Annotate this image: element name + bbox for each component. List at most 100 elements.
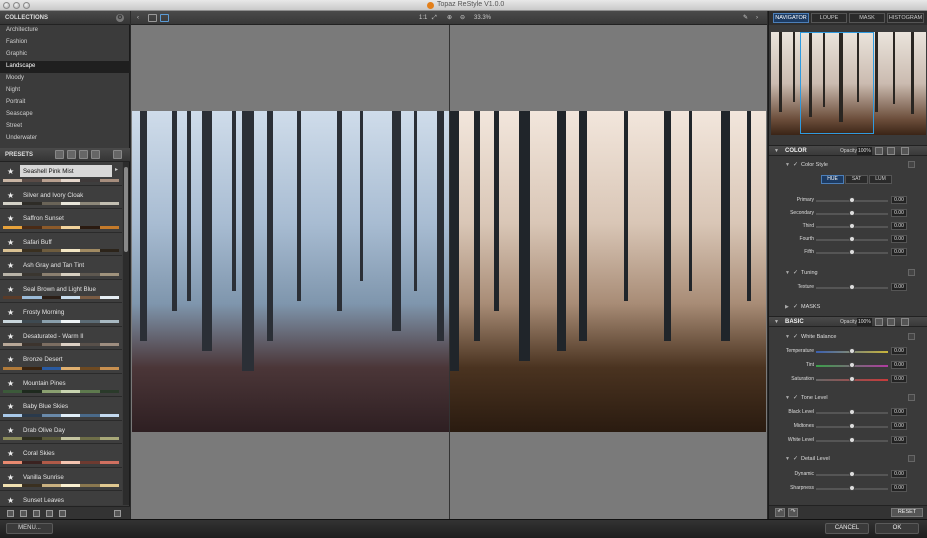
- checkmark-icon[interactable]: ✓: [793, 269, 798, 276]
- ok-button[interactable]: OK: [875, 523, 919, 534]
- slider-knob[interactable]: [849, 423, 855, 429]
- slider-fourth[interactable]: Fourth 0.00: [769, 235, 927, 244]
- mask-icon[interactable]: [887, 318, 895, 326]
- expand-triangle-icon[interactable]: ▼: [785, 270, 790, 276]
- checkmark-icon[interactable]: ✓: [793, 161, 798, 168]
- slider-knob[interactable]: [849, 437, 855, 443]
- star-icon[interactable]: ★: [7, 308, 14, 317]
- collection-item[interactable]: Fashion: [0, 37, 130, 49]
- collection-item[interactable]: Architecture: [0, 25, 130, 37]
- star-icon[interactable]: ★: [7, 238, 14, 247]
- import-icon[interactable]: [46, 510, 53, 517]
- expand-triangle-icon[interactable]: ▼: [785, 456, 790, 462]
- zoom-in-icon[interactable]: ⊕: [447, 14, 452, 22]
- preset-add-folder-icon[interactable]: [55, 150, 64, 159]
- mode-hue-button[interactable]: HUE: [821, 175, 844, 184]
- slider-value[interactable]: 0.00: [891, 283, 907, 291]
- preset-item[interactable]: ★ Saffron Sunset: [0, 209, 122, 233]
- slider-value[interactable]: 0.00: [891, 222, 907, 230]
- checkmark-icon[interactable]: ✓: [793, 333, 798, 340]
- zoom-1to1-button[interactable]: 1:1: [419, 14, 427, 22]
- star-icon[interactable]: ★: [7, 332, 14, 341]
- slider-black-level[interactable]: Black Level 0.00: [769, 408, 927, 417]
- zoom-out-icon[interactable]: ⊖: [460, 14, 465, 22]
- star-icon[interactable]: ★: [7, 285, 14, 294]
- preset-item[interactable]: ★ Silver and Ivory Cloak: [0, 185, 122, 209]
- slider-tint[interactable]: Tint 0.00: [769, 361, 927, 370]
- collection-item[interactable]: Moody: [0, 73, 130, 85]
- fit-screen-icon[interactable]: ⤢: [432, 14, 437, 22]
- basic-opacity-value[interactable]: 100%: [857, 318, 872, 326]
- star-icon[interactable]: ★: [7, 214, 14, 223]
- star-icon[interactable]: ★: [7, 261, 14, 270]
- add-icon[interactable]: [7, 510, 14, 517]
- checkmark-icon[interactable]: ✓: [793, 394, 798, 401]
- preset-import-icon[interactable]: [79, 150, 88, 159]
- collection-item[interactable]: Night: [0, 85, 130, 97]
- camera-icon[interactable]: [114, 510, 121, 517]
- slider-value[interactable]: 0.00: [891, 235, 907, 243]
- preset-item[interactable]: ★ Mountain Pines: [0, 373, 122, 397]
- preset-name[interactable]: Seashell Pink Mist: [20, 165, 112, 177]
- preset-item[interactable]: ★ Coral Skies: [0, 444, 122, 468]
- slider-saturation[interactable]: Saturation 0.00: [769, 375, 927, 384]
- preset-item[interactable]: ★ Safari Buff: [0, 232, 122, 256]
- slider-fifth[interactable]: Fifth 0.00: [769, 248, 927, 257]
- before-image[interactable]: [132, 111, 449, 432]
- checkmark-icon[interactable]: ✓: [793, 455, 798, 462]
- slider-value[interactable]: 0.00: [891, 470, 907, 478]
- slider-knob[interactable]: [849, 223, 855, 229]
- slider-knob[interactable]: [849, 376, 855, 382]
- preset-menu-icon[interactable]: ▸: [115, 166, 118, 173]
- collapse-right-icon[interactable]: ›: [756, 14, 758, 22]
- stepper-icon[interactable]: [875, 147, 883, 155]
- color-style-row[interactable]: ▼ ✓ Color Style: [769, 160, 927, 170]
- undo-icon[interactable]: ↶: [775, 508, 785, 517]
- preset-item[interactable]: ★ Vanilla Sunrise: [0, 467, 122, 491]
- star-icon[interactable]: ★: [7, 355, 14, 364]
- reset-section-icon[interactable]: [901, 147, 909, 155]
- slider-value[interactable]: 0.00: [891, 209, 907, 217]
- preset-folder-icon[interactable]: [67, 150, 76, 159]
- slider-knob[interactable]: [849, 348, 855, 354]
- collection-item[interactable]: Street: [0, 121, 130, 133]
- slider-knob[interactable]: [849, 284, 855, 290]
- menu-button[interactable]: MENU...: [6, 523, 53, 534]
- reset-subsection-icon[interactable]: [908, 333, 915, 340]
- slider-temperature[interactable]: Temperature 0.00: [769, 347, 927, 356]
- star-icon[interactable]: ★: [7, 191, 14, 200]
- collection-item[interactable]: Portrait: [0, 97, 130, 109]
- trash-icon[interactable]: [20, 510, 27, 517]
- preset-item[interactable]: ★ Drab Olive Day: [0, 420, 122, 444]
- slider-texture[interactable]: Texture 0.00: [769, 283, 927, 292]
- star-icon[interactable]: ★: [7, 379, 14, 388]
- checkmark-icon[interactable]: ✓: [793, 303, 798, 310]
- reset-section-icon[interactable]: [901, 318, 909, 326]
- tone-level-row[interactable]: ▼ ✓ Tone Level: [769, 393, 927, 403]
- slider-knob[interactable]: [849, 236, 855, 242]
- expand-triangle-icon[interactable]: ▼: [785, 162, 790, 168]
- slider-knob[interactable]: [849, 362, 855, 368]
- stepper-icon[interactable]: [875, 318, 883, 326]
- redo-icon[interactable]: ↷: [788, 508, 798, 517]
- slider-sharpness[interactable]: Sharpness 0.00: [769, 484, 927, 493]
- white-balance-row[interactable]: ▼ ✓ White Balance: [769, 332, 927, 342]
- collapse-triangle-icon[interactable]: ▼: [774, 148, 779, 154]
- slider-value[interactable]: 0.00: [891, 375, 907, 383]
- mask-icon[interactable]: [887, 147, 895, 155]
- tab-histogram[interactable]: HISTOGRAM: [887, 13, 924, 23]
- basic-section-header[interactable]: ▼ BASIC Opacity: 100%: [769, 316, 927, 327]
- image-canvas[interactable]: [131, 25, 767, 519]
- minimize-window-button[interactable]: [13, 2, 20, 9]
- collapse-left-icon[interactable]: ‹: [137, 14, 139, 22]
- star-icon[interactable]: ★: [7, 496, 14, 505]
- slider-value[interactable]: 0.00: [891, 422, 907, 430]
- reset-subsection-icon[interactable]: [908, 394, 915, 401]
- navigator-viewport-box[interactable]: [800, 32, 874, 134]
- slider-value[interactable]: 0.00: [891, 196, 907, 204]
- star-icon[interactable]: ★: [7, 449, 14, 458]
- cancel-button[interactable]: CANCEL: [825, 523, 869, 534]
- preset-item[interactable]: ★ Bronze Desert: [0, 350, 122, 374]
- slider-dynamic[interactable]: Dynamic 0.00: [769, 470, 927, 479]
- single-view-icon[interactable]: [148, 14, 157, 22]
